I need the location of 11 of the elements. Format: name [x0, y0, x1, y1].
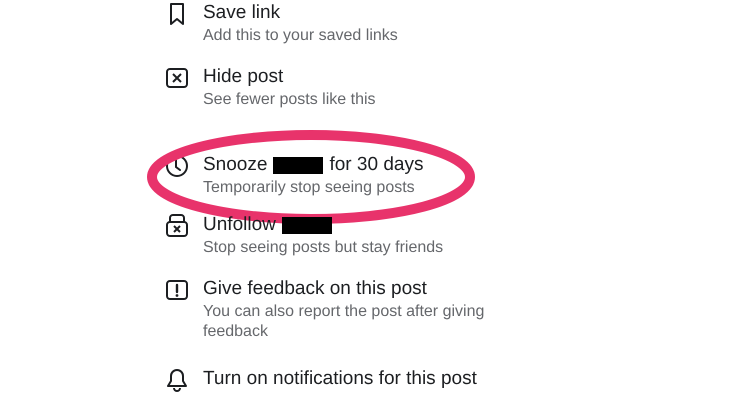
menu-item[interactable]: Save link Add this to your saved links	[164, 2, 745, 66]
menu-item[interactable]: Unfollow Stop seeing posts but stay friends	[164, 214, 745, 278]
menu-item[interactable]: Turn on notifications for this post	[164, 368, 745, 400]
exclamation-icon	[164, 277, 190, 303]
menu-item[interactable]: Hide post See fewer posts like this	[164, 66, 745, 130]
unfollow-icon	[164, 213, 190, 239]
redaction-bar	[273, 156, 324, 174]
close-icon	[164, 65, 190, 91]
menu-item[interactable]: Give feedback on this post You can also report the post after giving feedback	[164, 278, 745, 368]
redaction-bar	[282, 216, 332, 234]
bell-icon	[164, 367, 190, 393]
